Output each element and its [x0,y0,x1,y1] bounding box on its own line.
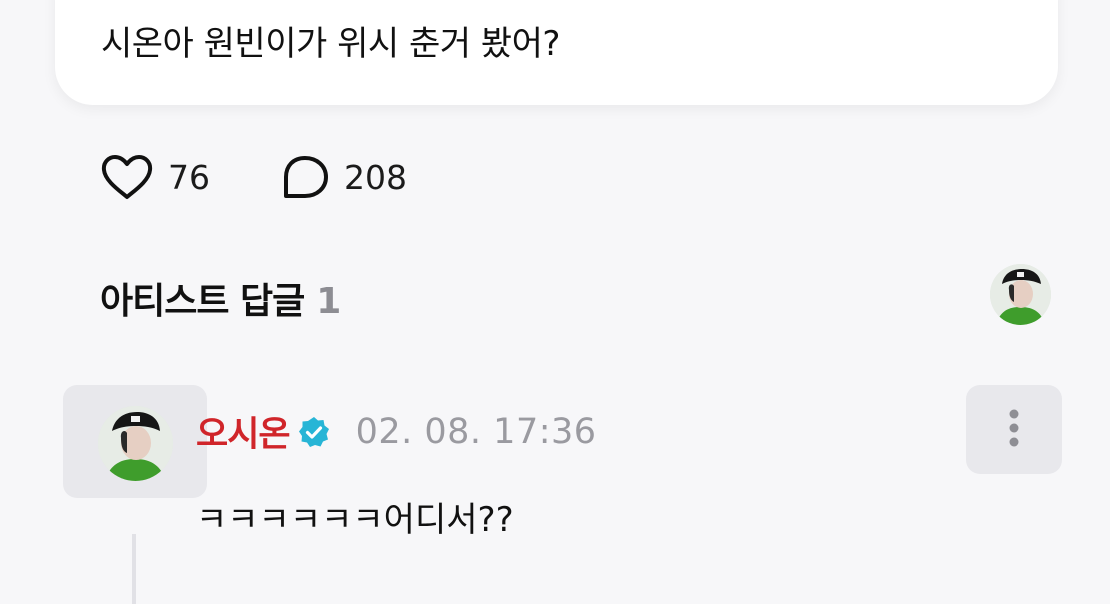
vertical-ellipsis-icon [1008,408,1020,452]
comment-more-button[interactable] [966,385,1062,474]
comment-button[interactable]: 208 [280,152,407,202]
comment-meta: 오시온 02. 08. 17:36 [196,406,597,457]
speech-bubble-outline-icon [280,154,330,200]
post-text: 시온아 원빈이가 위시 춘거 봤어? [101,24,560,64]
heart-outline-icon [100,154,154,200]
comment-author-avatar-button[interactable] [63,385,207,498]
like-button[interactable]: 76 [100,152,210,202]
comment-timestamp: 02. 08. 17:36 [355,411,597,452]
artist-avatar[interactable] [990,264,1051,325]
comment-count: 208 [344,157,407,197]
comment-author-name[interactable]: 오시온 [196,406,291,457]
artist-replies-count: 1 [316,281,341,322]
like-count: 76 [168,157,210,197]
verified-badge-icon [298,416,330,448]
artist-replies-title: 아티스트 답글 [100,281,305,322]
artist-replies-heading: 아티스트 답글 1 [100,272,341,324]
reply-thread-line [132,534,136,604]
comment-text: ㅋㅋㅋㅋㅋㅋ어디서?? [196,500,514,540]
comment-author-avatar[interactable] [98,406,173,481]
post-card: 시온아 원빈이가 위시 춘거 봤어? [55,0,1058,105]
post-detail-page: 시온아 원빈이가 위시 춘거 봤어? 76 208 아티스트 답글 1 오시온 … [0,0,1110,604]
